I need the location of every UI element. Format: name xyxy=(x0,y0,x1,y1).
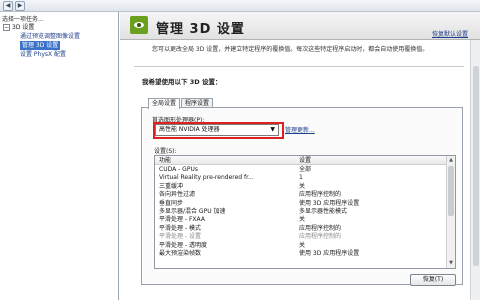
list-header: 功能 设置 xyxy=(155,156,447,165)
feature-cell: 平滑处理 - 透明度 xyxy=(159,241,207,249)
column-header-feature[interactable]: 功能 xyxy=(159,156,171,165)
feature-cell: Virtual Reality pre-rendered fr... xyxy=(159,174,254,182)
nvidia-logo-icon xyxy=(130,16,148,34)
feature-cell: CUDA - GPUs xyxy=(159,166,198,173)
page-header: 管理 3D 设置 恢复默认设置 xyxy=(120,12,480,40)
value-cell: 使用 3D 应用程序设置 xyxy=(299,199,360,207)
list-scrollbar[interactable]: ▲ ▼ xyxy=(446,156,455,268)
table-row[interactable]: Virtual Reality pre-rendered fr... 1 xyxy=(155,174,447,182)
highlight-box xyxy=(153,122,284,139)
tree-item-label: 3D 设置 xyxy=(12,24,35,31)
page-description: 您可以更改全局 3D 设置，并建立特定程序的覆换值。每次这些特定程序启动时，都会… xyxy=(152,46,429,53)
table-row[interactable]: 各向异性过滤 应用程序控制的 xyxy=(155,191,447,199)
feature-cell: 平滑处理 - 模式 xyxy=(159,224,201,232)
value-cell: 应用程序控制的 xyxy=(299,191,342,199)
feature-cell: 各向异性过滤 xyxy=(159,191,196,199)
value-cell: 关 xyxy=(299,182,306,190)
table-row[interactable]: 三重缓冲 关 xyxy=(155,183,447,191)
back-arrow-icon[interactable]: ◀ xyxy=(3,1,13,11)
collapse-toggle-icon[interactable]: − xyxy=(3,24,10,31)
value-cell: 1 xyxy=(299,174,303,182)
table-row[interactable]: 平滑处理 - 设置 应用程序控制的 xyxy=(155,233,447,241)
feature-cell: 三重缓冲 xyxy=(159,182,184,190)
settings-list[interactable]: 功能 设置 CUDA - GPUs 全部 Virtual Reality pre-… xyxy=(154,155,456,269)
table-row[interactable]: CUDA - GPUs 全部 xyxy=(155,166,447,174)
restore-defaults-link[interactable]: 恢复默认设置 xyxy=(432,29,468,38)
value-cell: 应用程序控制的 xyxy=(299,224,342,232)
divider xyxy=(134,66,464,67)
feature-cell: 最大预渲染帧数 xyxy=(159,249,202,257)
restore-button[interactable]: 恢复(T) xyxy=(410,274,456,286)
page-scrollbar[interactable] xyxy=(470,40,480,300)
table-row[interactable]: 最大预渲染帧数 使用 3D 应用程序设置 xyxy=(155,250,447,258)
tree-item-label: 设置 PhysX 配置 xyxy=(20,51,67,58)
tab-global-settings[interactable]: 全局设置 xyxy=(148,98,181,109)
feature-cell: 垂直同步 xyxy=(159,199,184,207)
task-tree: − 3D 设置 通过预览调整图像设置 管理 3D 设置 设置 PhysX 配置 xyxy=(0,23,119,59)
column-header-setting[interactable]: 设置 xyxy=(299,156,311,165)
table-row[interactable]: 垂直同步 使用 3D 应用程序设置 xyxy=(155,200,447,208)
manage-updates-link[interactable]: 管理更新... xyxy=(285,125,315,134)
value-cell: 使用 3D 应用程序设置 xyxy=(299,249,360,257)
feature-cell: 平滑处理 - 设置 xyxy=(159,233,201,241)
section-title: 我希望使用以下 3D 设置： xyxy=(142,78,222,86)
tree-item-label: 管理 3D 设置 xyxy=(20,41,61,50)
tree-item-label: 通过预览调整图像设置 xyxy=(20,33,81,40)
scroll-up-icon[interactable]: ▲ xyxy=(448,157,454,164)
tree-item-physx-config[interactable]: 设置 PhysX 配置 xyxy=(0,50,119,59)
value-cell: 多显示器性能模式 xyxy=(299,207,348,215)
table-row[interactable]: 平滑处理 - FXAA 关 xyxy=(155,216,447,224)
value-cell: 全部 xyxy=(299,166,312,173)
value-cell: 应用程序控制的 xyxy=(299,233,342,241)
table-row[interactable]: 平滑处理 - 模式 应用程序控制的 xyxy=(155,225,447,233)
tree-item-preview-image-settings[interactable]: 通过预览调整图像设置 xyxy=(0,32,119,41)
value-cell: 关 xyxy=(299,241,306,249)
settings-rows: CUDA - GPUs 全部 Virtual Reality pre-render… xyxy=(155,166,447,258)
scroll-down-icon[interactable]: ▼ xyxy=(448,260,454,267)
tree-item-3d-settings[interactable]: − 3D 设置 xyxy=(0,23,119,32)
scrollbar-thumb[interactable] xyxy=(448,166,454,216)
settings-label: 设置(S): xyxy=(154,148,177,155)
forward-arrow-icon[interactable]: ▶ xyxy=(15,1,25,11)
page-title: 管理 3D 设置 xyxy=(156,22,245,37)
page-scrollbar-thumb[interactable] xyxy=(473,66,479,266)
table-row[interactable]: 平滑处理 - 透明度 关 xyxy=(155,242,447,250)
window-toolbar: ◀ ▶ xyxy=(0,0,480,12)
value-cell: 关 xyxy=(299,216,306,224)
feature-cell: 平滑处理 - FXAA xyxy=(159,216,205,224)
tree-item-manage-3d-settings[interactable]: 管理 3D 设置 xyxy=(0,41,119,50)
task-pane-title: 选择一项任务... xyxy=(2,16,44,23)
task-pane: 选择一项任务... − 3D 设置 通过预览调整图像设置 管理 3D 设置 设置… xyxy=(0,12,119,300)
